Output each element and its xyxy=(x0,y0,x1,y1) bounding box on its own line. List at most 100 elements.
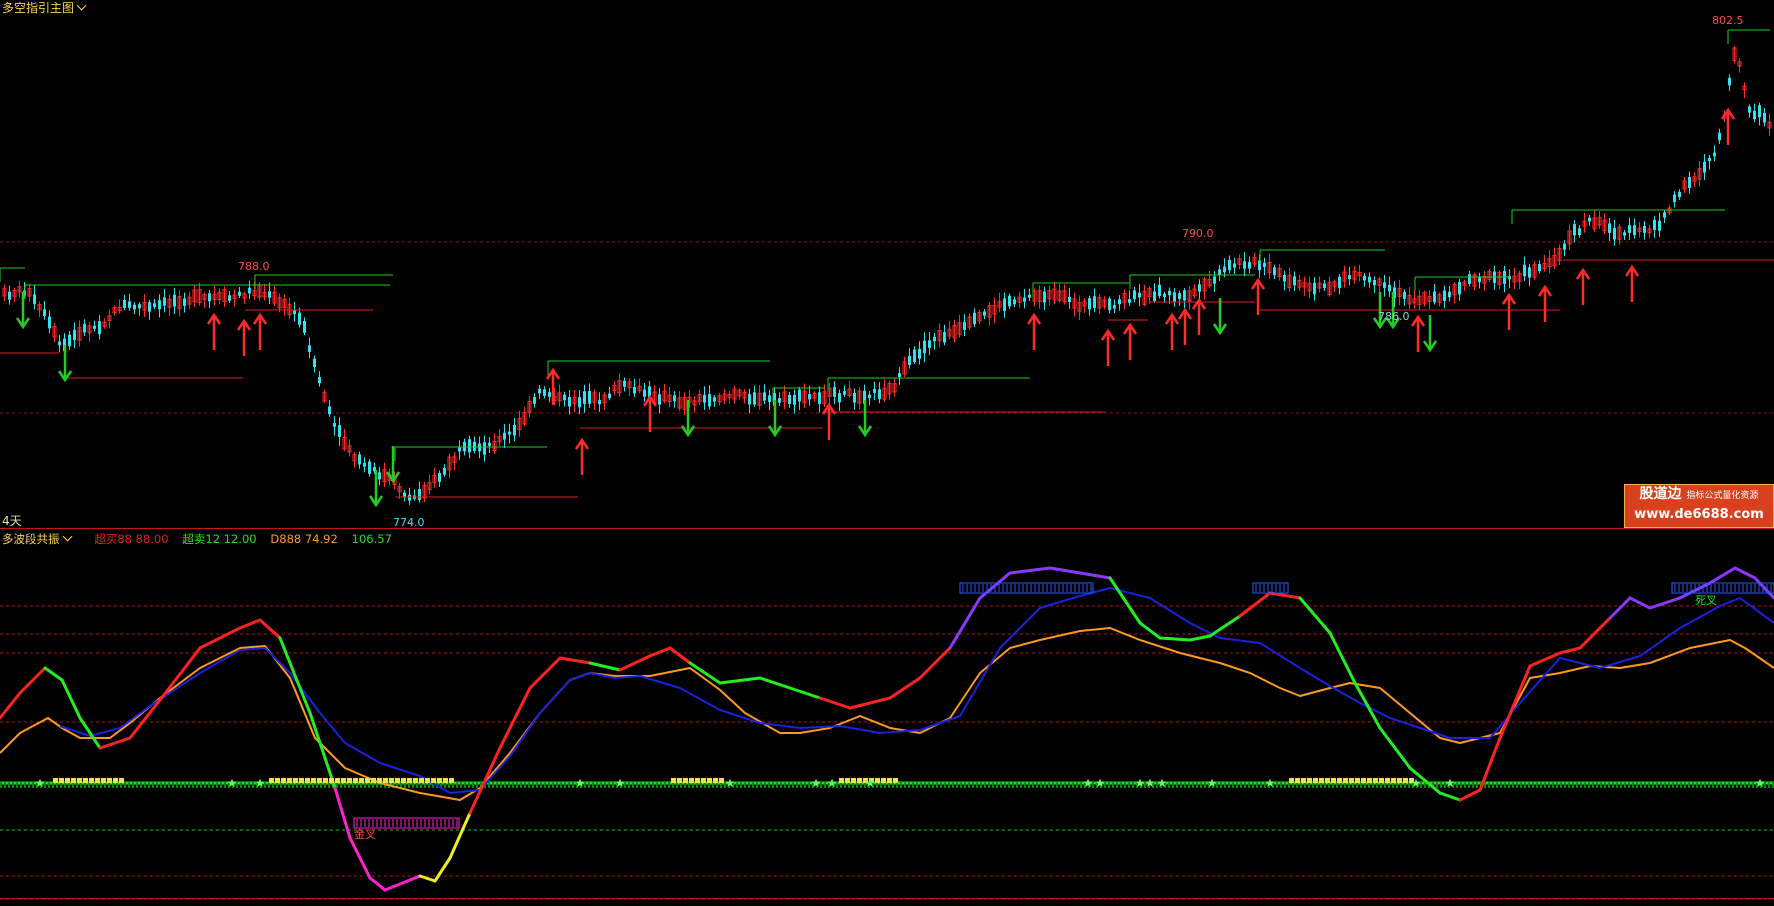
yellow-signal-marker xyxy=(695,778,700,783)
yellow-signal-marker xyxy=(119,778,124,783)
k-line-segment xyxy=(1158,636,1192,642)
candle-body xyxy=(1233,263,1236,268)
k-line-segment xyxy=(433,856,452,883)
yellow-signal-marker xyxy=(407,778,412,783)
yellow-signal-marker xyxy=(839,778,844,783)
candle-body xyxy=(843,391,846,395)
star-marker: ★ xyxy=(725,776,736,790)
k-line-segment xyxy=(308,711,337,790)
candle-body xyxy=(293,310,296,315)
candle-body xyxy=(408,494,411,501)
yellow-signal-marker xyxy=(107,778,112,783)
candle-body xyxy=(908,355,911,365)
candle-body xyxy=(703,394,706,403)
candle-body xyxy=(1478,277,1481,283)
yellow-signal-marker xyxy=(383,778,388,783)
candle-body xyxy=(248,287,251,294)
k-line-segment xyxy=(1558,646,1582,655)
yellow-signal-marker xyxy=(335,778,340,783)
candle-body xyxy=(1323,283,1326,289)
candle-body xyxy=(873,388,876,393)
k-line-segment xyxy=(648,646,672,658)
yellow-signal-marker xyxy=(71,778,76,783)
candle-body xyxy=(1198,284,1201,292)
watermark-line1-small: 指标公式量化资源 xyxy=(1686,491,1759,501)
yellow-signal-marker xyxy=(671,778,676,783)
k-line-segment xyxy=(1378,726,1412,770)
k-line-segment xyxy=(1438,791,1462,802)
yellow-signal-marker xyxy=(77,778,82,783)
yellow-signal-marker xyxy=(1319,778,1324,783)
d888-line xyxy=(0,627,1774,801)
k-line-segment xyxy=(758,676,792,690)
candle-body xyxy=(73,329,76,341)
candle-body xyxy=(913,349,916,362)
candle-body xyxy=(1628,225,1631,233)
candle-body xyxy=(1748,106,1751,113)
k-line-segment xyxy=(848,696,892,710)
candle-body xyxy=(438,472,441,482)
candle-body xyxy=(1228,259,1231,271)
yellow-signal-marker xyxy=(347,778,352,783)
k-line-segment xyxy=(238,618,262,630)
candle-body xyxy=(1643,225,1646,233)
candle-body xyxy=(1263,262,1266,268)
candle-body xyxy=(1403,291,1406,299)
yellow-signal-marker xyxy=(449,778,454,783)
candle-body xyxy=(308,345,311,352)
k-line-segment xyxy=(1078,571,1112,580)
yellow-signal-marker xyxy=(287,778,292,783)
candle-body xyxy=(1653,219,1656,230)
k-line-segment xyxy=(98,736,132,750)
candle-body xyxy=(583,391,586,404)
yellow-signal-marker xyxy=(371,778,376,783)
yellow-signal-marker xyxy=(317,778,322,783)
candle-body xyxy=(1183,290,1186,301)
candle-body xyxy=(238,291,241,296)
oscillator-chart[interactable]: ★ ★ ★ ★ ★ ★ ★ ★ ★ ★ ★ ★ ★ ★ ★ ★ ★ ★ ★ xyxy=(0,528,1774,906)
star-marker: ★ xyxy=(227,776,238,790)
k-line-segment xyxy=(558,656,592,665)
blue-trend-line xyxy=(59,587,1774,794)
star-marker: ★ xyxy=(35,776,46,790)
star-marker: ★ xyxy=(255,776,266,790)
candle-body xyxy=(1283,274,1286,282)
candle-body xyxy=(318,377,321,384)
yellow-signal-marker xyxy=(83,778,88,783)
candle-body xyxy=(1383,282,1386,288)
candle-body xyxy=(508,431,511,435)
k-line-segment xyxy=(60,678,82,720)
candle-body xyxy=(1223,266,1226,273)
bottom-divider xyxy=(0,898,1774,899)
k-line-segment xyxy=(418,874,437,883)
candle-body xyxy=(1678,191,1681,198)
candle-body xyxy=(403,492,406,497)
period-label: 4天 xyxy=(2,514,22,528)
yellow-signal-marker xyxy=(1385,778,1390,783)
candle-body xyxy=(1213,276,1216,284)
candle-body xyxy=(1448,291,1451,298)
candle-body xyxy=(443,467,446,475)
yellow-signal-marker xyxy=(275,778,280,783)
yellow-signal-marker xyxy=(1343,778,1348,783)
candle-body xyxy=(1528,267,1531,278)
candle-body xyxy=(563,394,566,401)
candle-body xyxy=(633,386,636,394)
candle-body xyxy=(778,398,781,403)
candle-body xyxy=(1313,282,1316,295)
k-line-segment xyxy=(588,661,622,672)
yellow-signal-marker xyxy=(1313,778,1318,783)
candle-body xyxy=(748,394,751,405)
star-marker: ★ xyxy=(1445,776,1456,790)
candle-body xyxy=(1043,291,1046,303)
yellow-signal-marker xyxy=(437,778,442,783)
yellow-signal-marker xyxy=(323,778,328,783)
candle-body xyxy=(1153,291,1156,302)
k-line-segment xyxy=(1608,596,1632,620)
yellow-signal-marker xyxy=(719,778,724,783)
watermark-badge: 股道边 指标公式量化资源 www.de6688.com xyxy=(1624,484,1774,528)
price-label-low-2: 786.0 xyxy=(1378,310,1410,323)
yellow-signal-marker xyxy=(1295,778,1300,783)
yellow-signal-marker xyxy=(59,778,64,783)
k-line-segment xyxy=(718,676,762,685)
